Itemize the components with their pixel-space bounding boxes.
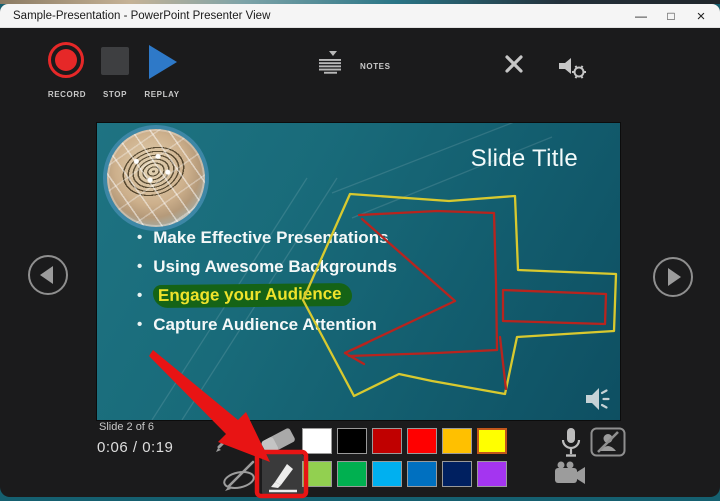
record-icon: [55, 49, 77, 71]
presenter-view-window: Sample-Presentation - PowerPoint Present…: [0, 4, 720, 497]
pen-color-palette-row1: [302, 428, 507, 454]
laser-pointer-tool-icon[interactable]: [220, 456, 262, 492]
replay-label: REPLAY: [144, 90, 180, 99]
pen-color-swatch[interactable]: [302, 428, 332, 454]
pen-color-swatch[interactable]: [442, 428, 472, 454]
previous-slide-button[interactable]: [28, 255, 68, 295]
window-title: Sample-Presentation - PowerPoint Present…: [13, 9, 271, 22]
bullet-item: • Capture Audience Attention: [137, 310, 397, 339]
recording-timer: 0:06 / 0:19: [97, 439, 174, 456]
clear-annotations-icon[interactable]: [505, 55, 523, 73]
highlighter-icon: [269, 464, 297, 493]
window-controls: — □ ×: [626, 4, 716, 28]
bullet-text: Using Awesome Backgrounds: [153, 256, 397, 276]
pen-color-swatch[interactable]: [372, 461, 402, 487]
pen-color-swatch[interactable]: [477, 461, 507, 487]
pen-color-swatch[interactable]: [302, 461, 332, 487]
titlebar: Sample-Presentation - PowerPoint Present…: [0, 4, 720, 28]
record-button[interactable]: [48, 42, 84, 78]
chevron-right-icon: [668, 268, 681, 286]
pen-color-swatch[interactable]: [372, 428, 402, 454]
slide-title: Slide Title: [470, 145, 578, 172]
maximize-button[interactable]: □: [656, 4, 686, 28]
eraser-tool-icon[interactable]: [256, 425, 300, 457]
record-label: RECORD: [47, 90, 87, 99]
pen-color-swatch[interactable]: [407, 428, 437, 454]
close-button[interactable]: ×: [686, 4, 716, 28]
slide-position-label: Slide 2 of 6: [99, 421, 155, 433]
bullet-text: Engage your Audience: [153, 282, 352, 309]
bullet-item: • Make Effective Presentations: [137, 223, 397, 252]
bullet-dot: •: [137, 229, 143, 246]
microphone-icon[interactable]: [558, 426, 584, 460]
minimize-button[interactable]: —: [626, 4, 656, 28]
notes-icon[interactable]: [318, 50, 346, 76]
highlighter-tool-button[interactable]: [262, 454, 304, 496]
bullet-text: Make Effective Presentations: [153, 227, 389, 247]
globe-gridlines: [107, 129, 205, 227]
speaker-icon: [586, 388, 610, 410]
pen-color-swatch[interactable]: [477, 428, 507, 454]
notes-label[interactable]: NOTES: [360, 62, 404, 71]
audio-settings-icon[interactable]: [558, 53, 588, 81]
pen-color-swatch[interactable]: [337, 461, 367, 487]
replay-button[interactable]: [149, 45, 177, 79]
bullet-list: • Make Effective Presentations • Using Awes…: [137, 223, 397, 339]
stop-button[interactable]: [101, 47, 129, 75]
bullet-dot: •: [137, 287, 143, 304]
pen-tool-icon[interactable]: [212, 427, 238, 453]
bullet-item: • Using Awesome Backgrounds: [137, 252, 397, 281]
bullet-dot: •: [137, 258, 143, 275]
video-camera-icon[interactable]: [554, 460, 592, 488]
globe-image: [103, 125, 209, 231]
bullet-item: • Engage your Audience: [137, 281, 397, 310]
pen-color-palette-row2: [302, 461, 507, 487]
pen-color-swatch[interactable]: [337, 428, 367, 454]
bullet-dot: •: [137, 316, 143, 333]
screen: Sample-Presentation - PowerPoint Present…: [0, 0, 720, 501]
camera-preview-off-icon[interactable]: [590, 427, 626, 457]
chevron-left-icon: [40, 266, 53, 284]
stop-label: STOP: [102, 90, 128, 99]
pen-color-swatch[interactable]: [407, 461, 437, 487]
pen-color-swatch[interactable]: [442, 461, 472, 487]
bullet-text: Capture Audience Attention: [153, 314, 377, 334]
next-slide-button[interactable]: [653, 257, 693, 297]
slide-canvas[interactable]: Slide Title • Make Effective Presentation…: [97, 123, 620, 420]
